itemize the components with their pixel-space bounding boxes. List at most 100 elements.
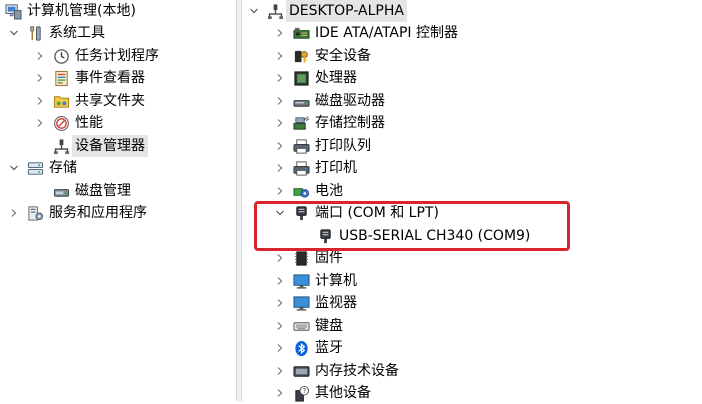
device-category-computer[interactable]: 计算机 [274, 270, 357, 292]
device-category-label: 计算机 [315, 273, 357, 289]
chevron-right-icon[interactable] [34, 50, 46, 62]
tree-item-storage[interactable]: 存储 [8, 157, 77, 179]
memory-device-icon [292, 362, 310, 380]
clock-icon [52, 47, 70, 65]
bluetooth-icon [292, 339, 310, 357]
device-category-security[interactable]: 安全设备 [274, 45, 371, 67]
device-category-label: 安全设备 [315, 48, 371, 64]
chevron-right-icon[interactable] [274, 50, 286, 62]
tree-item-event-viewer[interactable]: 事件查看器 [34, 67, 145, 89]
tree-item-performance[interactable]: 性能 [34, 112, 103, 134]
tree-item-label: 服务和应用程序 [49, 205, 147, 221]
storage-controller-icon [292, 114, 310, 132]
tree-item-label: 存储 [49, 160, 77, 176]
chevron-right-icon[interactable] [34, 117, 46, 129]
chevron-down-icon[interactable] [8, 162, 20, 174]
storage-icon [26, 159, 44, 177]
battery-icon [292, 182, 310, 200]
tree-item-shared-folders[interactable]: 共享文件夹 [34, 90, 145, 112]
device-category-disk-drives[interactable]: 磁盘驱动器 [274, 90, 385, 112]
processor-icon [292, 69, 310, 87]
device-category-batteries[interactable]: 电池 [274, 180, 343, 202]
tree-item-computer-management[interactable]: 计算机管理(本地) [4, 0, 136, 22]
tools-icon [26, 24, 44, 42]
chevron-right-icon[interactable] [274, 72, 286, 84]
device-category-ide[interactable]: IDE ATA/ATAPI 控制器 [274, 22, 458, 44]
device-manager-icon [52, 137, 70, 155]
tree-item-label: 磁盘管理 [75, 183, 131, 199]
device-category-label: 电池 [315, 183, 343, 199]
chevron-down-icon[interactable] [248, 5, 260, 17]
chevron-right-icon[interactable] [274, 252, 286, 264]
computer-icon [292, 272, 310, 290]
device-category-label: 键盘 [315, 318, 343, 334]
device-category-label: IDE ATA/ATAPI 控制器 [315, 25, 459, 41]
device-root[interactable]: DESKTOP-ALPHA [248, 0, 407, 22]
firmware-icon [292, 249, 310, 267]
monitor-icon [292, 294, 310, 312]
keyboard-icon [292, 317, 310, 335]
computer-name-label: DESKTOP-ALPHA [286, 0, 407, 22]
tree-item-device-manager[interactable]: 设备管理器 [52, 135, 148, 157]
shared-folder-icon [52, 92, 70, 110]
chevron-right-icon[interactable] [274, 365, 286, 377]
device-category-label: 打印队列 [315, 138, 371, 154]
device-category-label: 处理器 [315, 70, 357, 86]
tree-item-label: 系统工具 [49, 25, 105, 41]
computer-management-icon [4, 2, 22, 20]
chevron-right-icon[interactable] [274, 297, 286, 309]
chevron-right-icon[interactable] [34, 72, 46, 84]
chevron-right-icon[interactable] [274, 140, 286, 152]
highlight-annotation-box [254, 201, 570, 251]
chevron-down-icon[interactable] [8, 27, 20, 39]
tree-item-label: 性能 [75, 115, 103, 131]
device-category-monitors[interactable]: 监视器 [274, 292, 357, 314]
chevron-right-icon[interactable] [274, 342, 286, 354]
tree-item-services-apps[interactable]: 服务和应用程序 [8, 202, 147, 224]
services-icon [26, 204, 44, 222]
chevron-right-icon[interactable] [274, 27, 286, 39]
device-category-keyboards[interactable]: 键盘 [274, 315, 343, 337]
chevron-right-icon[interactable] [274, 185, 286, 197]
disk-management-icon [52, 182, 70, 200]
device-category-label: 内存技术设备 [315, 363, 399, 379]
chevron-right-icon[interactable] [274, 387, 286, 399]
device-category-label: 磁盘驱动器 [315, 93, 385, 109]
chevron-right-icon[interactable] [274, 95, 286, 107]
device-category-label: 存储控制器 [315, 115, 385, 131]
ide-controller-icon [292, 24, 310, 42]
performance-icon [52, 114, 70, 132]
chevron-right-icon[interactable] [34, 95, 46, 107]
tree-item-label: 任务计划程序 [75, 48, 159, 64]
chevron-right-icon[interactable] [274, 162, 286, 174]
chevron-right-icon[interactable] [274, 117, 286, 129]
computer-tree-icon [266, 2, 284, 20]
other-devices-icon: ? [292, 384, 310, 402]
tree-item-label: 设备管理器 [72, 135, 148, 157]
tree-item-system-tools[interactable]: 系统工具 [8, 22, 105, 44]
security-key-icon [292, 47, 310, 65]
device-category-printers[interactable]: 打印机 [274, 157, 357, 179]
device-category-label: 蓝牙 [315, 340, 343, 356]
device-category-label: 打印机 [315, 160, 357, 176]
event-viewer-icon [52, 69, 70, 87]
tree-item-disk-management[interactable]: 磁盘管理 [52, 180, 131, 202]
svg-text:?: ? [302, 387, 306, 395]
disk-drive-icon [292, 92, 310, 110]
tree-item-label: 事件查看器 [75, 70, 145, 86]
device-category-processor[interactable]: 处理器 [274, 67, 357, 89]
device-category-print-queues[interactable]: 打印队列 [274, 135, 371, 157]
chevron-right-icon[interactable] [8, 207, 20, 219]
chevron-right-icon[interactable] [274, 320, 286, 332]
printer-icon [292, 159, 310, 177]
device-category-storage-controllers[interactable]: 存储控制器 [274, 112, 385, 134]
console-tree-pane: 计算机管理(本地) 系统工具 任务计划程序 事件查看器 共享文件夹 性能 设备管… [0, 0, 236, 401]
print-queue-icon [292, 137, 310, 155]
chevron-right-icon[interactable] [274, 275, 286, 287]
tree-item-label: 共享文件夹 [75, 93, 145, 109]
tree-item-label: 计算机管理(本地) [27, 3, 136, 19]
device-category-memory-technology[interactable]: 内存技术设备 [274, 360, 399, 382]
device-category-bluetooth[interactable]: 蓝牙 [274, 337, 343, 359]
tree-item-task-scheduler[interactable]: 任务计划程序 [34, 45, 159, 67]
device-category-label: 监视器 [315, 295, 357, 311]
